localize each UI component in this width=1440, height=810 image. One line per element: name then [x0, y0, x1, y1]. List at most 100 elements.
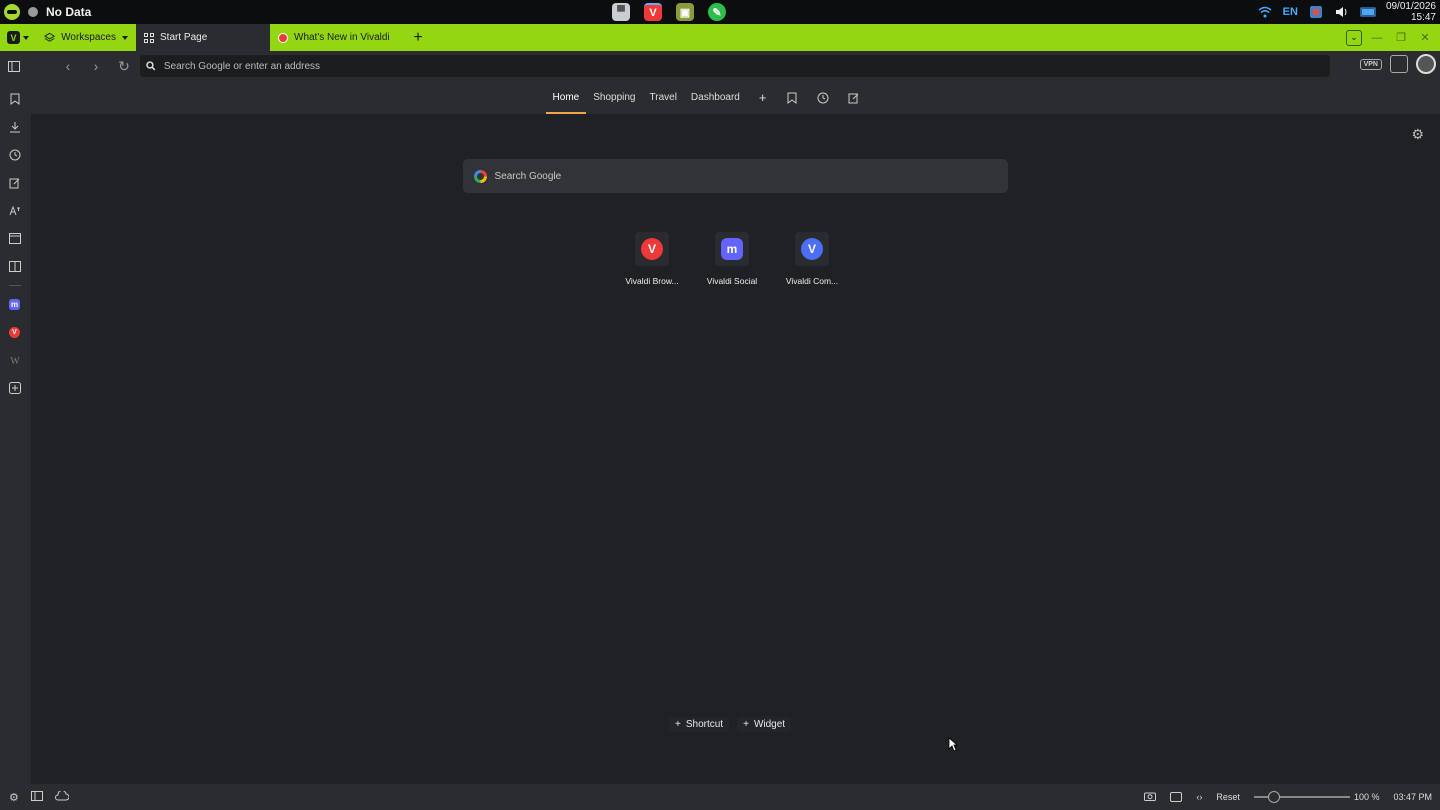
os-menu-icon[interactable] — [4, 4, 20, 20]
bookmarks-icon[interactable] — [7, 91, 23, 107]
speed-dial-label: Vivaldi Social — [706, 276, 758, 286]
chevron-down-icon — [23, 35, 29, 40]
vivaldi-logo-icon: V — [7, 31, 20, 44]
vivaldi-panel-icon[interactable]: V — [9, 327, 20, 338]
close-window-button[interactable]: ✕ — [1416, 29, 1434, 47]
minimize-button[interactable]: — — [1368, 29, 1386, 47]
file-manager-icon[interactable]: ▀ — [612, 3, 630, 21]
page-actions-icon[interactable]: ‹› — [1196, 792, 1202, 802]
vivaldi-community-icon: V — [801, 238, 823, 260]
speed-dials: V Vivaldi Brow... m Vivaldi Social V Viv… — [621, 232, 843, 286]
side-panel-divider — [9, 285, 21, 286]
add-shortcut-label: Shortcut — [685, 719, 724, 730]
google-icon — [474, 169, 487, 183]
tray-app-icon[interactable] — [1308, 5, 1324, 19]
tiling-icon[interactable] — [1170, 792, 1183, 802]
vivaldi-menu-button[interactable]: V — [0, 24, 36, 51]
side-panel: m V W — [0, 81, 31, 784]
os-dock: ▀ V ▣ ✎ — [612, 3, 726, 21]
start-page-search[interactable] — [463, 159, 1008, 193]
start-page-nav: Home Shopping Travel Dashboard + — [31, 81, 1440, 114]
search-icon — [146, 61, 156, 71]
workspaces-button[interactable]: Workspaces — [36, 24, 136, 51]
mastodon-icon: m — [721, 238, 743, 260]
keyboard-layout[interactable]: EN — [1283, 6, 1298, 18]
zoom-level: 100 % — [1353, 792, 1380, 802]
sync-cloud-icon[interactable] — [54, 789, 70, 804]
volume-icon[interactable] — [1334, 5, 1350, 19]
translate-icon[interactable] — [7, 203, 23, 219]
vivaldi-app-icon[interactable]: V — [644, 3, 662, 21]
os-time: 15:47 — [1410, 12, 1436, 23]
os-date: 09/01/2026 — [1385, 1, 1436, 12]
mouse-cursor-icon — [948, 737, 958, 752]
history-icon[interactable] — [7, 147, 23, 163]
tab-list-button[interactable]: ⌄ — [1346, 29, 1362, 46]
back-button[interactable]: ‹ — [54, 52, 82, 80]
tab-shopping[interactable]: Shopping — [586, 81, 642, 114]
bookmarks-icon[interactable] — [776, 81, 807, 114]
workspaces-label: Workspaces — [61, 32, 116, 43]
chat-app-icon[interactable]: ✎ — [708, 3, 726, 21]
tab-label: What's New in Vivaldi — [294, 32, 390, 43]
wifi-icon[interactable] — [1257, 5, 1273, 19]
speed-dial-vivaldi-social[interactable]: m Vivaldi Social — [701, 232, 763, 286]
window-icon[interactable] — [7, 230, 23, 246]
calendar-icon[interactable] — [1390, 55, 1408, 73]
vivaldi-icon: V — [641, 238, 663, 260]
reading-list-icon[interactable] — [7, 258, 23, 274]
add-panel-icon[interactable] — [7, 380, 23, 396]
os-clock[interactable]: 09/01/2026 15:47 — [1386, 1, 1436, 23]
reload-button[interactable]: ↻ — [110, 52, 138, 80]
settings-gear-icon[interactable]: ⚙ — [1411, 126, 1424, 143]
grid-icon — [144, 32, 154, 43]
notes-icon[interactable] — [838, 81, 869, 114]
add-group-button[interactable]: + — [747, 90, 777, 105]
speed-dial-tile: V — [795, 232, 829, 266]
speed-dial-vivaldi-community[interactable]: V Vivaldi Com... — [781, 232, 843, 286]
settings-gear-icon[interactable]: ⚙ — [9, 791, 19, 804]
vpn-button[interactable]: VPN — [1359, 58, 1382, 70]
os-window-title: No Data — [46, 5, 92, 19]
status-bar: ⚙ ‹› Reset 100 % 03:47 PM — [0, 784, 1440, 810]
battery-icon[interactable] — [1360, 5, 1376, 19]
add-shortcut-button[interactable]: + Shortcut — [669, 717, 730, 732]
tab-start-page[interactable]: Start Page — [136, 24, 270, 51]
profile-avatar[interactable] — [1416, 54, 1436, 74]
address-field[interactable] — [140, 55, 1330, 77]
status-clock[interactable]: 03:47 PM — [1393, 792, 1432, 802]
zoom-slider[interactable] — [1253, 791, 1350, 803]
panel-icon — [8, 60, 20, 72]
address-input[interactable] — [163, 60, 1330, 72]
history-icon[interactable] — [807, 81, 838, 114]
zoom-slider-handle[interactable] — [1267, 791, 1280, 803]
package-app-icon[interactable]: ▣ — [676, 3, 694, 21]
tab-home[interactable]: Home — [545, 81, 587, 114]
restore-button[interactable]: ❐ — [1392, 29, 1410, 47]
tab-label: Start Page — [160, 32, 208, 43]
tab-travel[interactable]: Travel — [643, 81, 684, 114]
speed-dial-label: Vivaldi Com... — [785, 276, 839, 286]
mastodon-panel-icon[interactable]: m — [9, 299, 20, 310]
speed-dial-label: Vivaldi Brow... — [625, 276, 679, 286]
search-input[interactable] — [494, 170, 1008, 182]
os-top-bar: No Data ▀ V ▣ ✎ EN 09/01/2026 15:47 — [0, 0, 1440, 24]
capture-icon[interactable] — [1144, 791, 1157, 803]
plus-icon: + — [743, 719, 749, 730]
notes-icon[interactable] — [7, 175, 23, 191]
downloads-icon[interactable] — [7, 119, 23, 135]
status-dot-icon — [28, 7, 38, 17]
forward-button[interactable]: › — [82, 52, 110, 80]
new-tab-button[interactable]: + — [404, 24, 432, 51]
speed-dial-vivaldi-browser[interactable]: V Vivaldi Brow... — [621, 232, 683, 286]
tab-dashboard[interactable]: Dashboard — [684, 81, 747, 114]
tab-whats-new[interactable]: What's New in Vivaldi — [270, 24, 404, 51]
wikipedia-panel-icon[interactable]: W — [7, 353, 23, 369]
add-widget-label: Widget — [753, 719, 786, 730]
zoom-reset-button[interactable]: Reset — [1216, 792, 1240, 802]
add-widget-button[interactable]: + Widget — [737, 717, 792, 732]
start-page-actions: + Shortcut + Widget — [669, 717, 792, 732]
vivaldi-favicon-icon — [278, 32, 288, 43]
panel-toggle-icon[interactable] — [30, 790, 43, 804]
panel-toggle-button[interactable] — [0, 52, 28, 80]
